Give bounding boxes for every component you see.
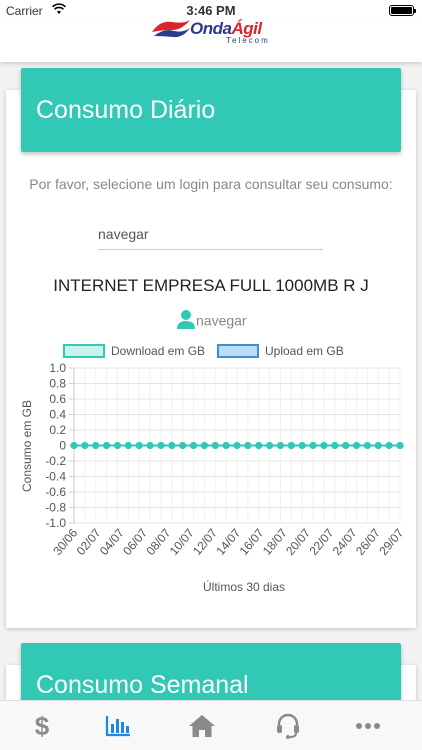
daily-card-title: Consumo Diário: [36, 96, 216, 124]
data-point[interactable]: [70, 442, 78, 449]
data-point[interactable]: [135, 442, 143, 449]
user-login-row: navegar: [176, 309, 247, 331]
clock: 3:46 PM: [186, 3, 236, 18]
y-tick-label: -0.2: [45, 454, 66, 468]
x-tick-label: 06/07: [120, 526, 150, 558]
data-point[interactable]: [179, 442, 187, 449]
x-tick-label: 22/07: [306, 526, 336, 558]
logo-subtitle: Telecom: [226, 36, 270, 45]
tab-billing[interactable]: $: [0, 701, 84, 750]
daily-card-header: Consumo Diário: [21, 68, 401, 152]
data-point[interactable]: [124, 442, 132, 449]
data-point[interactable]: [353, 442, 361, 449]
data-point[interactable]: [146, 442, 154, 449]
data-point[interactable]: [168, 442, 176, 449]
y-tick-label: 0.4: [49, 408, 66, 422]
user-login-label: navegar: [196, 312, 247, 329]
user-icon: [176, 309, 196, 332]
brand-logo: OndaÁgil Telecom: [150, 19, 280, 52]
x-tick-label: 10/07: [167, 526, 197, 558]
data-point[interactable]: [113, 442, 121, 449]
data-point[interactable]: [233, 442, 241, 449]
tab-home[interactable]: [160, 701, 244, 750]
tab-consumption[interactable]: [76, 701, 160, 750]
x-tick-label: 30/06: [50, 526, 80, 558]
headset-icon: [277, 713, 299, 739]
data-point[interactable]: [385, 442, 393, 449]
legend-label[interactable]: Upload em GB: [265, 344, 344, 358]
battery-icon: [389, 5, 416, 16]
instruction-text: Por favor, selecione um login para consu…: [29, 176, 393, 192]
data-point[interactable]: [266, 442, 274, 449]
data-point[interactable]: [320, 442, 328, 449]
x-tick-label: 14/07: [213, 526, 243, 558]
x-tick-label: 08/07: [143, 526, 173, 558]
daily-consumption-card: Consumo Diário Por favor, selecione um l…: [6, 68, 416, 628]
legend-label[interactable]: Download em GB: [111, 344, 205, 358]
x-tick-label: 02/07: [74, 526, 104, 558]
data-point[interactable]: [92, 442, 100, 449]
x-tick-label: 26/07: [353, 526, 383, 558]
x-tick-label: 12/07: [190, 526, 220, 558]
x-axis-label: Últimos 30 dias: [203, 579, 285, 594]
login-select-input[interactable]: [98, 218, 323, 250]
legend-swatch[interactable]: [63, 344, 105, 358]
daily-consumption-chart: Download em GB Upload em GB 1.00.80.60.40…: [20, 344, 407, 594]
data-point[interactable]: [374, 442, 382, 449]
y-tick-label: -1.0: [45, 516, 66, 530]
bar-chart-icon: [105, 716, 130, 737]
data-point[interactable]: [331, 442, 339, 449]
data-point[interactable]: [255, 442, 263, 449]
plan-name: INTERNET EMPRESA FULL 1000MB R J: [53, 276, 369, 295]
y-tick-label: 0.2: [49, 423, 66, 437]
y-tick-label: -0.4: [45, 470, 66, 484]
data-point[interactable]: [81, 442, 89, 449]
y-tick-label: 0.6: [49, 392, 66, 406]
data-point[interactable]: [396, 442, 404, 449]
x-tick-label: 24/07: [330, 526, 360, 558]
weekly-card-title: Consumo Semanal: [36, 671, 249, 699]
y-tick-label: -0.8: [45, 501, 66, 515]
y-tick-label: 0.8: [49, 377, 66, 391]
data-point[interactable]: [157, 442, 165, 449]
y-tick-label: 1.0: [49, 361, 66, 375]
data-point[interactable]: [244, 442, 252, 449]
tab-more[interactable]: [326, 701, 410, 750]
more-icon: [356, 723, 380, 729]
y-tick-label: 0: [59, 439, 66, 453]
x-tick-label: 29/07: [376, 526, 406, 558]
dollar-icon: $: [35, 711, 50, 741]
data-point[interactable]: [309, 442, 317, 449]
x-tick-label: 16/07: [237, 526, 267, 558]
svg-text:$: $: [35, 711, 50, 741]
data-point[interactable]: [287, 442, 295, 449]
y-tick-label: -0.6: [45, 485, 66, 499]
y-axis-label: Consumo em GB: [20, 400, 34, 492]
app-header: OndaÁgil Telecom: [0, 19, 422, 62]
home-icon: [189, 715, 215, 737]
x-tick-label: 04/07: [97, 526, 127, 558]
data-point[interactable]: [222, 442, 230, 449]
x-tick-label: 20/07: [283, 526, 313, 558]
x-tick-label: 18/07: [260, 526, 290, 558]
data-point[interactable]: [190, 442, 198, 449]
bottom-tab-bar: $: [0, 700, 422, 750]
tab-support[interactable]: [246, 701, 330, 750]
data-point[interactable]: [363, 442, 371, 449]
legend-swatch[interactable]: [217, 344, 259, 358]
data-point[interactable]: [211, 442, 219, 449]
data-point[interactable]: [298, 442, 306, 449]
data-point[interactable]: [276, 442, 284, 449]
data-point[interactable]: [103, 442, 111, 449]
data-point[interactable]: [342, 442, 350, 449]
data-point[interactable]: [200, 442, 208, 449]
